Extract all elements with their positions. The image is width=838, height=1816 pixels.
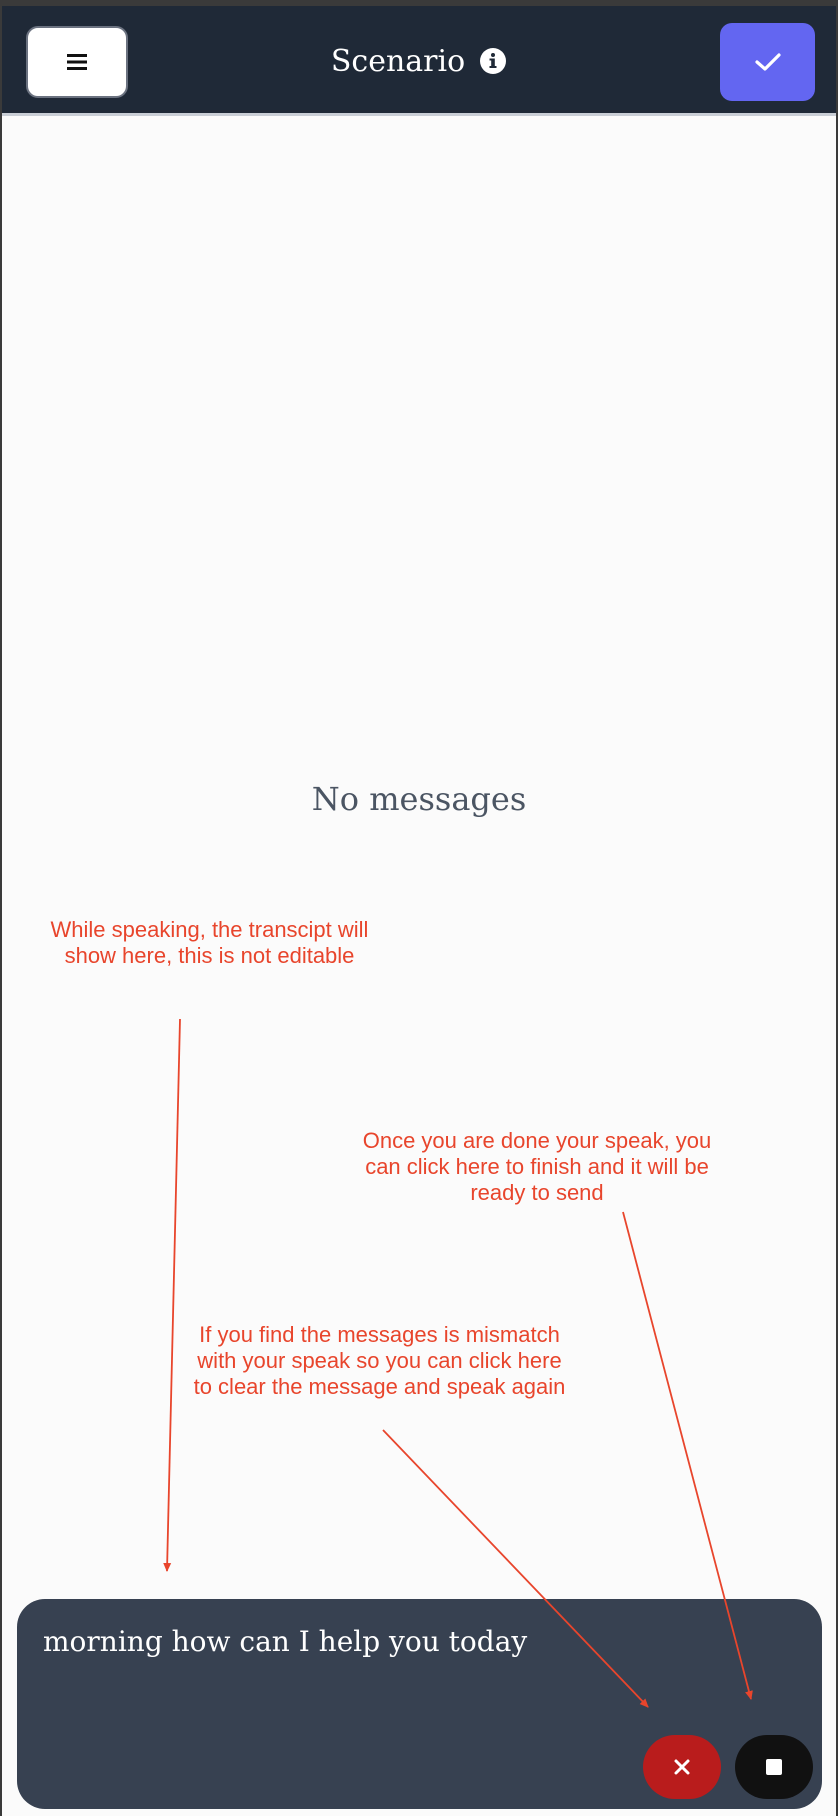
stop-icon — [766, 1759, 782, 1775]
transcript-text: morning how can I help you today — [43, 1625, 528, 1658]
hamburger-icon — [67, 54, 87, 70]
page-title: Scenario — [330, 43, 466, 79]
clear-annotation: If you find the messages is mismatch wit… — [193, 1322, 566, 1399]
transcript-arrow — [163, 1018, 181, 1572]
close-icon — [674, 1759, 690, 1775]
annotation-arrows — [163, 1018, 753, 1708]
clear-button[interactable] — [643, 1735, 721, 1799]
confirm-button[interactable] — [720, 23, 815, 101]
menu-button[interactable] — [26, 26, 128, 98]
transcript-annotation: While speaking, the transcipt will show … — [50, 917, 369, 968]
stop-button[interactable] — [735, 1735, 813, 1799]
empty-state-text: No messages — [311, 780, 527, 818]
info-icon[interactable] — [479, 47, 507, 75]
top-bar: Scenario — [2, 6, 836, 116]
finish-annotation: Once you are done your speak, you can cl… — [362, 1128, 712, 1205]
check-icon — [754, 53, 781, 71]
app-frame: Scenario No messages While speaking, the… — [2, 6, 836, 1816]
